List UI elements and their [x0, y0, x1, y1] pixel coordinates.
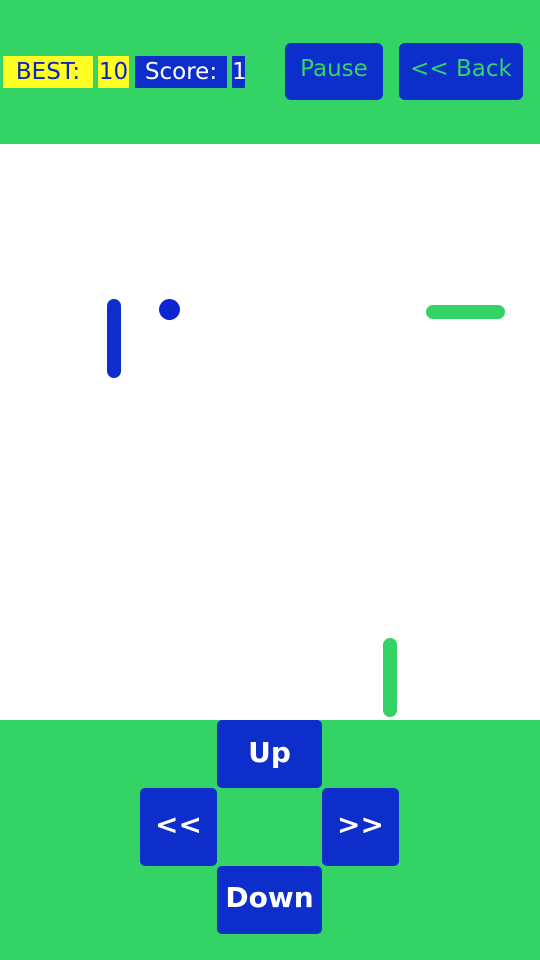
best-value: 10 [98, 56, 129, 88]
score-value: 1 [232, 56, 247, 88]
up-button[interactable]: Up [217, 720, 322, 788]
down-button[interactable]: Down [217, 866, 322, 934]
score-label: Score: [135, 56, 227, 88]
ball [159, 299, 180, 320]
right-button[interactable]: >> [322, 788, 399, 866]
green-horizontal-paddle [426, 305, 505, 319]
back-button[interactable]: << Back [399, 43, 523, 100]
best-label: BEST: [3, 56, 93, 88]
blue-paddle [107, 299, 121, 378]
game-field [0, 144, 540, 720]
left-button[interactable]: << [140, 788, 217, 866]
green-vertical-paddle [383, 638, 397, 717]
pause-button[interactable]: Pause [285, 43, 383, 100]
